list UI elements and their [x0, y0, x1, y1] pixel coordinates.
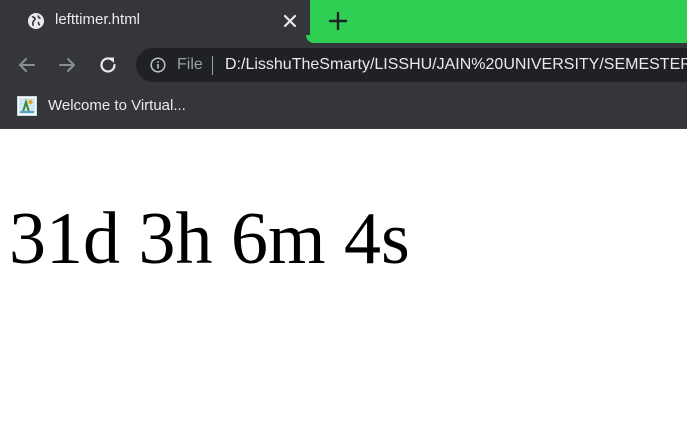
bookmark-label: Welcome to Virtual...: [48, 97, 186, 114]
info-icon[interactable]: [150, 57, 166, 73]
page-content: 31d 3h 6m 4s: [0, 129, 687, 432]
tab-title: lefttimer.html: [55, 11, 141, 28]
arrow-right-icon[interactable]: [56, 54, 78, 76]
tab-left-edge: [0, 0, 10, 43]
toolbar: File D:/LisshuTheSmarty/LISSHU/JAIN%20UN…: [0, 43, 687, 87]
close-icon[interactable]: [281, 12, 299, 30]
globe-icon: [28, 13, 44, 29]
bookmarks-bar: Welcome to Virtual...: [0, 87, 687, 129]
plus-icon[interactable]: [328, 11, 348, 31]
browser-window: lefttimer.html File D:/LisshuTheSmarty/L…: [0, 0, 687, 432]
bookmark-favicon-icon: [17, 96, 37, 116]
url-text[interactable]: D:/LisshuTheSmarty/LISSHU/JAIN%20UNIVERS…: [225, 56, 687, 74]
omnibox-divider: [212, 56, 213, 75]
address-bar[interactable]: File D:/LisshuTheSmarty/LISSHU/JAIN%20UN…: [136, 48, 687, 82]
arrow-left-icon[interactable]: [16, 54, 38, 76]
countdown-timer: 31d 3h 6m 4s: [9, 198, 410, 280]
reload-icon[interactable]: [97, 54, 119, 76]
tab-corner: [306, 35, 314, 43]
tab-strip: lefttimer.html: [0, 0, 687, 43]
scheme-label: File: [177, 56, 203, 73]
